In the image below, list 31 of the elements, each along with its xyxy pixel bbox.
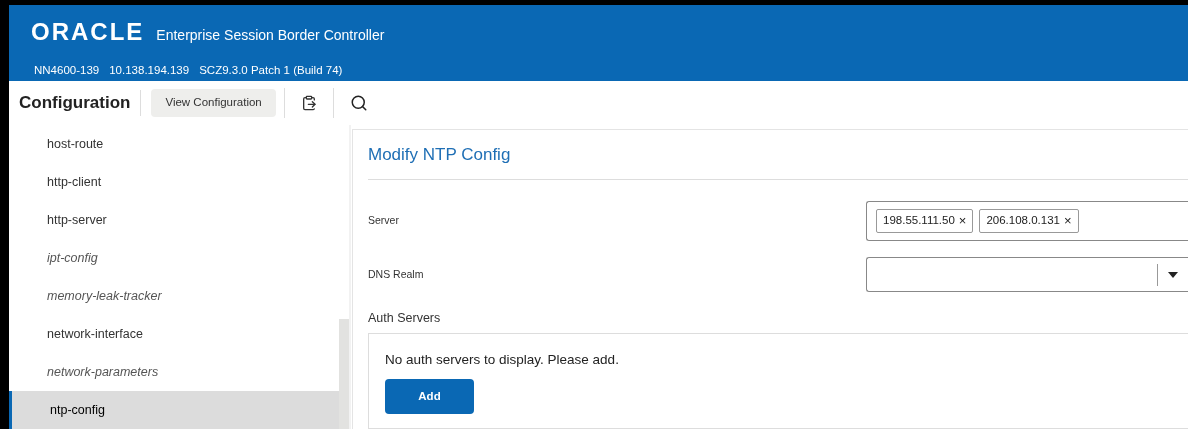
system-info: 10.138.194.139 xyxy=(109,63,190,78)
field-label: Server xyxy=(368,213,400,229)
sidebar-item[interactable]: ipt-config xyxy=(9,239,339,277)
server-tag: 206.108.0.131 × xyxy=(979,209,1079,233)
empty-message: No auth servers to display. Please add. xyxy=(385,350,619,369)
sidebar-item[interactable]: http-server xyxy=(9,201,339,239)
sidebar-item[interactable]: http-client xyxy=(9,163,339,201)
remove-tag-button[interactable]: × xyxy=(958,211,967,231)
system-info: NN4600-139 xyxy=(34,63,100,78)
section-label: Auth Servers xyxy=(368,310,442,327)
sidebar-item[interactable]: network-interface xyxy=(9,315,339,353)
dns-realm-dropdown[interactable] xyxy=(866,257,1188,292)
form-title: Modify NTP Config xyxy=(368,143,511,166)
add-button[interactable]: Add xyxy=(385,379,474,414)
field-label: DNS Realm xyxy=(368,266,425,282)
sidebar-item[interactable]: memory-leak-tracker xyxy=(9,277,339,315)
remove-tag-button[interactable]: × xyxy=(1064,211,1072,231)
view-configuration-button[interactable]: View Configuration xyxy=(151,89,276,117)
scrollbar-thumb[interactable] xyxy=(339,319,349,429)
sidebar-item[interactable]: network-parameters xyxy=(9,353,339,391)
search-icon[interactable] xyxy=(349,94,368,112)
paste-icon[interactable] xyxy=(300,95,317,111)
sidebar-item[interactable]: host-route xyxy=(9,125,339,163)
caret-down-icon xyxy=(1168,271,1178,278)
server-tag: 198.55.111.50 × xyxy=(876,209,974,233)
sidebar-item[interactable]: ntp-config xyxy=(9,391,339,429)
system-info: SCZ9.3.0 Patch 1 (Build 74) xyxy=(199,63,343,78)
oracle-logo: ORACLE xyxy=(31,20,145,44)
page-title: Configuration xyxy=(19,90,142,116)
product-title: Enterprise Session Border Controller xyxy=(156,26,385,44)
server-tags-field[interactable]: 198.55.111.50 × 206.108.0.131 × xyxy=(866,201,1188,241)
